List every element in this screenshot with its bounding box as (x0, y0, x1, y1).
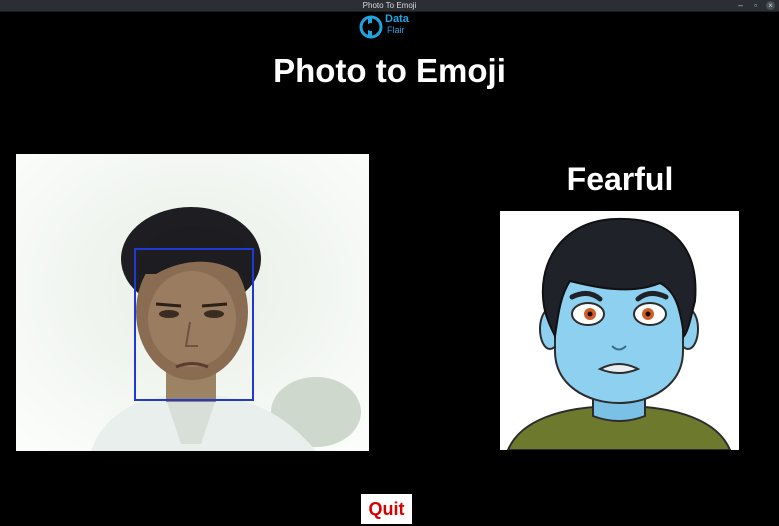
window-titlebar: Photo To Emoji – ▫ × (0, 0, 779, 12)
emoji-panel (500, 211, 739, 450)
minimize-icon[interactable]: – (736, 1, 745, 10)
page-title: Photo to Emoji (273, 52, 506, 89)
emotion-label: Fearful (566, 161, 674, 197)
dataflair-logo-icon (359, 15, 383, 39)
logo-text-flair: Flair (387, 25, 405, 35)
window-title: Photo To Emoji (362, 1, 417, 10)
dataflair-logo: Data Flair (358, 13, 418, 39)
close-icon[interactable]: × (766, 1, 775, 10)
webcam-photo-panel (16, 154, 369, 451)
webcam-photo (16, 154, 369, 451)
restore-icon[interactable]: ▫ (751, 1, 760, 10)
quit-button[interactable]: Quit (361, 494, 412, 524)
fearful-emoji-image (500, 211, 739, 450)
logo-text-data: Data (385, 13, 409, 25)
window-controls: – ▫ × (736, 0, 775, 11)
